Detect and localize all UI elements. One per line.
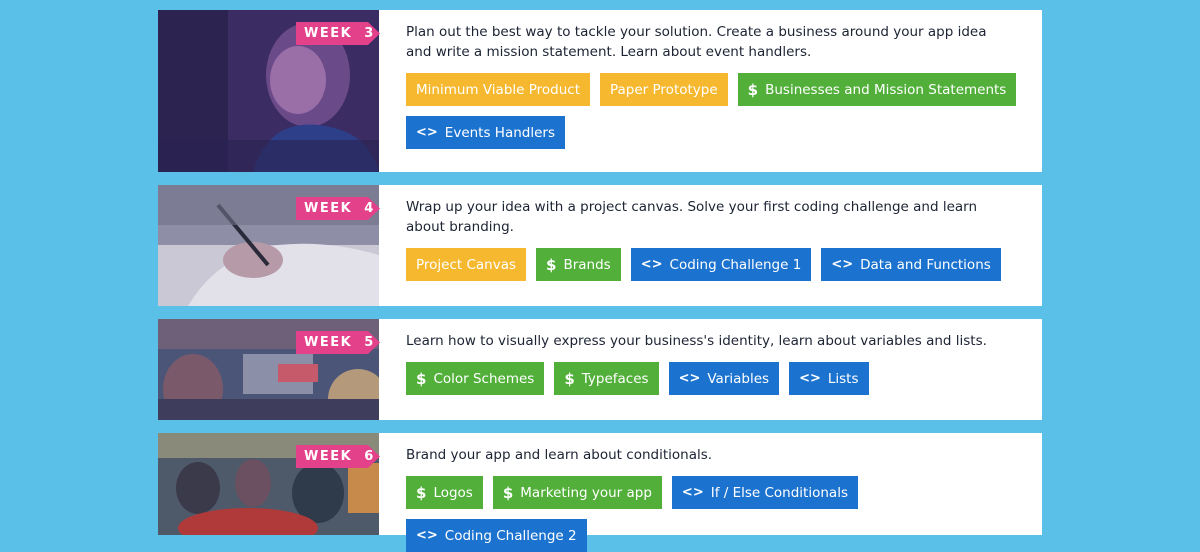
tag-label: Paper Prototype xyxy=(610,81,718,98)
tag-label: Lists xyxy=(827,370,859,387)
tag-brands[interactable]: $ Brands xyxy=(536,248,621,281)
tag-label: Businesses and Mission Statements xyxy=(765,81,1007,98)
tag-color-schemes[interactable]: $ Color Schemes xyxy=(406,362,545,395)
week-label: WEEK 4 xyxy=(304,201,375,216)
tag-businesses-mission-statements[interactable]: $ Businesses and Mission Statements xyxy=(737,73,1017,106)
tag-label: Brands xyxy=(563,256,611,273)
tag-label: Marketing your app xyxy=(520,484,652,501)
week-label-tag: WEEK 6 xyxy=(296,445,380,468)
tag-label: Coding Challenge 2 xyxy=(444,527,577,544)
week-label-tag: WEEK 5 xyxy=(296,331,380,354)
week-content: Brand your app and learn about condition… xyxy=(379,433,1042,552)
dollar-icon: $ xyxy=(564,369,575,388)
week-label: WEEK 3 xyxy=(304,26,375,41)
week-card-3: WEEK 3 Plan out the best way to tackle y… xyxy=(158,10,1042,172)
tag-label: Typefaces xyxy=(581,370,649,387)
code-icon: <> xyxy=(681,485,704,500)
code-icon: <> xyxy=(831,257,854,272)
tag-label: Data and Functions xyxy=(860,256,991,273)
tag-typefaces[interactable]: $ Typefaces xyxy=(554,362,659,395)
code-icon: <> xyxy=(416,528,438,543)
tag-events-handlers[interactable]: <> Events Handlers xyxy=(406,116,565,149)
code-icon: <> xyxy=(640,257,663,272)
tag-list: $ Color Schemes $ Typefaces <> Variables <>… xyxy=(406,362,1022,395)
tag-project-canvas[interactable]: Project Canvas xyxy=(406,248,527,281)
tag-label: Color Schemes xyxy=(433,370,535,387)
dollar-icon: $ xyxy=(502,483,514,502)
week-label-tag: WEEK 3 xyxy=(296,22,380,45)
dollar-icon: $ xyxy=(747,80,759,99)
tag-lists[interactable]: <> Lists xyxy=(789,362,869,395)
week-photo: WEEK 6 xyxy=(158,433,380,535)
tag-label: Variables xyxy=(707,370,770,387)
week-description: Plan out the best way to tackle your sol… xyxy=(406,24,987,60)
tag-paper-prototype[interactable]: Paper Prototype xyxy=(600,73,728,106)
week-card-5: WEEK 5 Learn how to visually express you… xyxy=(158,319,1042,420)
tag-label: Logos xyxy=(433,484,473,501)
tag-label: Coding Challenge 1 xyxy=(669,256,802,273)
tag-label: If / Else Conditionals xyxy=(710,484,848,501)
tag-list: Minimum Viable Product Paper Prototype $… xyxy=(406,73,1022,149)
tag-coding-challenge-1[interactable]: <> Coding Challenge 1 xyxy=(630,248,812,281)
code-icon: <> xyxy=(799,371,821,386)
week-description: Wrap up your idea with a project canvas.… xyxy=(406,199,978,235)
week-label: WEEK 6 xyxy=(304,449,375,464)
code-icon: <> xyxy=(678,371,701,386)
tag-logos[interactable]: $ Logos xyxy=(406,476,483,509)
week-card-6: WEEK 6 Brand your app and learn about co… xyxy=(158,433,1042,552)
tag-list: $ Logos $ Marketing your app <> If / Else C… xyxy=(406,476,1022,552)
tag-minimum-viable-product[interactable]: Minimum Viable Product xyxy=(406,73,590,106)
tag-coding-challenge-2[interactable]: <> Coding Challenge 2 xyxy=(406,519,587,552)
code-icon: <> xyxy=(416,125,438,140)
tag-list: Project Canvas $ Brands <> Coding Challeng… xyxy=(406,248,1022,281)
week-content: Learn how to visually express your busin… xyxy=(379,319,1042,420)
tag-data-and-functions[interactable]: <> Data and Functions xyxy=(821,248,1001,281)
tag-label: Events Handlers xyxy=(444,124,555,141)
tag-label: Minimum Viable Product xyxy=(416,81,580,98)
tag-variables[interactable]: <> Variables xyxy=(668,362,780,395)
week-label: WEEK 5 xyxy=(304,335,375,350)
week-content: Wrap up your idea with a project canvas.… xyxy=(379,185,1042,306)
tag-marketing-your-app[interactable]: $ Marketing your app xyxy=(492,476,662,509)
tag-if-else-conditionals[interactable]: <> If / Else Conditionals xyxy=(671,476,858,509)
dollar-icon: $ xyxy=(416,369,427,388)
tag-label: Project Canvas xyxy=(416,256,517,273)
week-photo: WEEK 5 xyxy=(158,319,380,420)
week-label-tag: WEEK 4 xyxy=(296,197,380,220)
week-description: Learn how to visually express your busin… xyxy=(406,333,987,349)
week-photo: WEEK 4 xyxy=(158,185,380,306)
dollar-icon: $ xyxy=(546,255,557,274)
week-description: Brand your app and learn about condition… xyxy=(406,447,713,463)
week-content: Plan out the best way to tackle your sol… xyxy=(379,10,1042,172)
week-photo: WEEK 3 xyxy=(158,10,380,172)
week-card-4: WEEK 4 Wrap up your idea with a project … xyxy=(158,185,1042,306)
dollar-icon: $ xyxy=(416,483,427,502)
